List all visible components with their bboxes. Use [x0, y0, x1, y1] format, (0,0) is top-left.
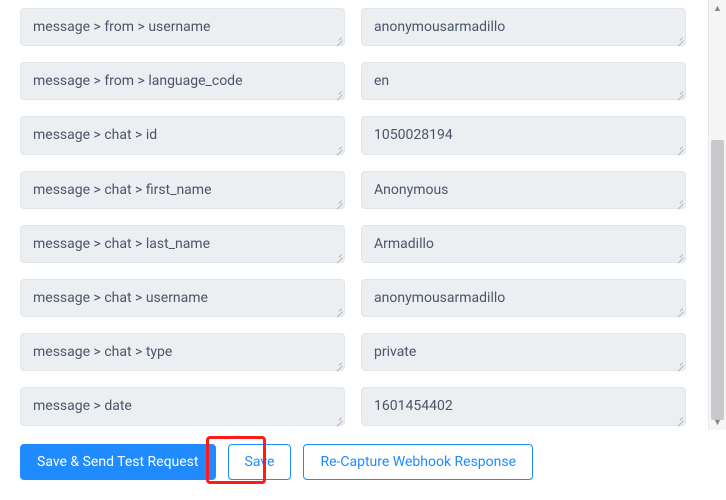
field-value-input[interactable]: 1601454402	[361, 387, 686, 425]
field-value-input[interactable]: private	[361, 333, 686, 371]
scroll-down-arrow-icon[interactable]: ▼	[709, 414, 726, 430]
field-path-input[interactable]: message > date	[20, 387, 345, 425]
field-row: message > date 1601454402	[0, 383, 706, 430]
field-value-text: 1601454402	[374, 398, 453, 414]
field-value-text: anonymousarmadillo	[374, 19, 505, 35]
field-path-input[interactable]: message > chat > type	[20, 333, 345, 371]
resize-handle-icon[interactable]	[674, 305, 684, 315]
field-row: message > from > language_code en	[0, 58, 706, 112]
field-value-input[interactable]: en	[361, 62, 686, 100]
field-path-text: message > from > username	[33, 19, 210, 35]
vertical-scrollbar[interactable]: ▲ ▼	[708, 0, 726, 430]
scroll-up-arrow-icon[interactable]: ▲	[709, 0, 726, 16]
action-button-bar: Save & Send Test Request Save Re-Capture…	[0, 430, 726, 494]
field-path-input[interactable]: message > chat > first_name	[20, 171, 345, 209]
resize-handle-icon[interactable]	[333, 359, 343, 369]
field-row: message > chat > first_name Anonymous	[0, 167, 706, 221]
field-path-text: message > chat > type	[33, 344, 172, 360]
field-path-text: message > chat > first_name	[33, 182, 212, 198]
field-path-input[interactable]: message > chat > username	[20, 279, 345, 317]
resize-handle-icon[interactable]	[333, 143, 343, 153]
field-path-text: message > date	[33, 398, 132, 414]
field-value-input[interactable]: Armadillo	[361, 225, 686, 263]
field-row: message > chat > last_name Armadillo	[0, 221, 706, 275]
resize-handle-icon[interactable]	[674, 359, 684, 369]
resize-handle-icon[interactable]	[333, 88, 343, 98]
field-value-text: Armadillo	[374, 236, 434, 252]
field-path-text: message > chat > username	[33, 290, 208, 306]
field-path-text: message > chat > last_name	[33, 236, 210, 252]
resize-handle-icon[interactable]	[333, 251, 343, 261]
field-row: message > chat > username anonymousarmad…	[0, 275, 706, 329]
resize-handle-icon[interactable]	[333, 305, 343, 315]
field-path-input[interactable]: message > chat > last_name	[20, 225, 345, 263]
field-value-input[interactable]: Anonymous	[361, 171, 686, 209]
recapture-webhook-button[interactable]: Re-Capture Webhook Response	[303, 444, 533, 480]
field-row: message > from > username anonymousarmad…	[0, 4, 706, 58]
field-path-text: message > from > language_code	[33, 73, 243, 89]
field-path-input[interactable]: message > from > language_code	[20, 62, 345, 100]
resize-handle-icon[interactable]	[674, 251, 684, 261]
field-path-input[interactable]: message > chat > id	[20, 116, 345, 154]
resize-handle-icon[interactable]	[674, 414, 684, 424]
resize-handle-icon[interactable]	[674, 143, 684, 153]
field-value-input[interactable]: anonymousarmadillo	[361, 279, 686, 317]
save-button[interactable]: Save	[228, 444, 292, 480]
form-scroll-area[interactable]: message > from > username anonymousarmad…	[0, 0, 706, 430]
field-value-input[interactable]: anonymousarmadillo	[361, 8, 686, 46]
field-value-text: anonymousarmadillo	[374, 290, 505, 306]
field-path-text: message > chat > id	[33, 127, 157, 143]
field-path-input[interactable]: message > from > username	[20, 8, 345, 46]
field-value-input[interactable]: 1050028194	[361, 116, 686, 154]
field-value-text: 1050028194	[374, 127, 453, 143]
field-value-text: private	[374, 344, 416, 360]
resize-handle-icon[interactable]	[674, 88, 684, 98]
resize-handle-icon[interactable]	[333, 197, 343, 207]
field-value-text: en	[374, 73, 389, 89]
field-row: message > chat > type private	[0, 329, 706, 383]
resize-handle-icon[interactable]	[674, 34, 684, 44]
resize-handle-icon[interactable]	[333, 34, 343, 44]
field-value-text: Anonymous	[374, 182, 448, 198]
resize-handle-icon[interactable]	[674, 197, 684, 207]
scrollbar-thumb[interactable]	[711, 140, 724, 420]
field-row: message > chat > id 1050028194	[0, 112, 706, 166]
save-send-test-button[interactable]: Save & Send Test Request	[20, 444, 216, 480]
resize-handle-icon[interactable]	[333, 414, 343, 424]
